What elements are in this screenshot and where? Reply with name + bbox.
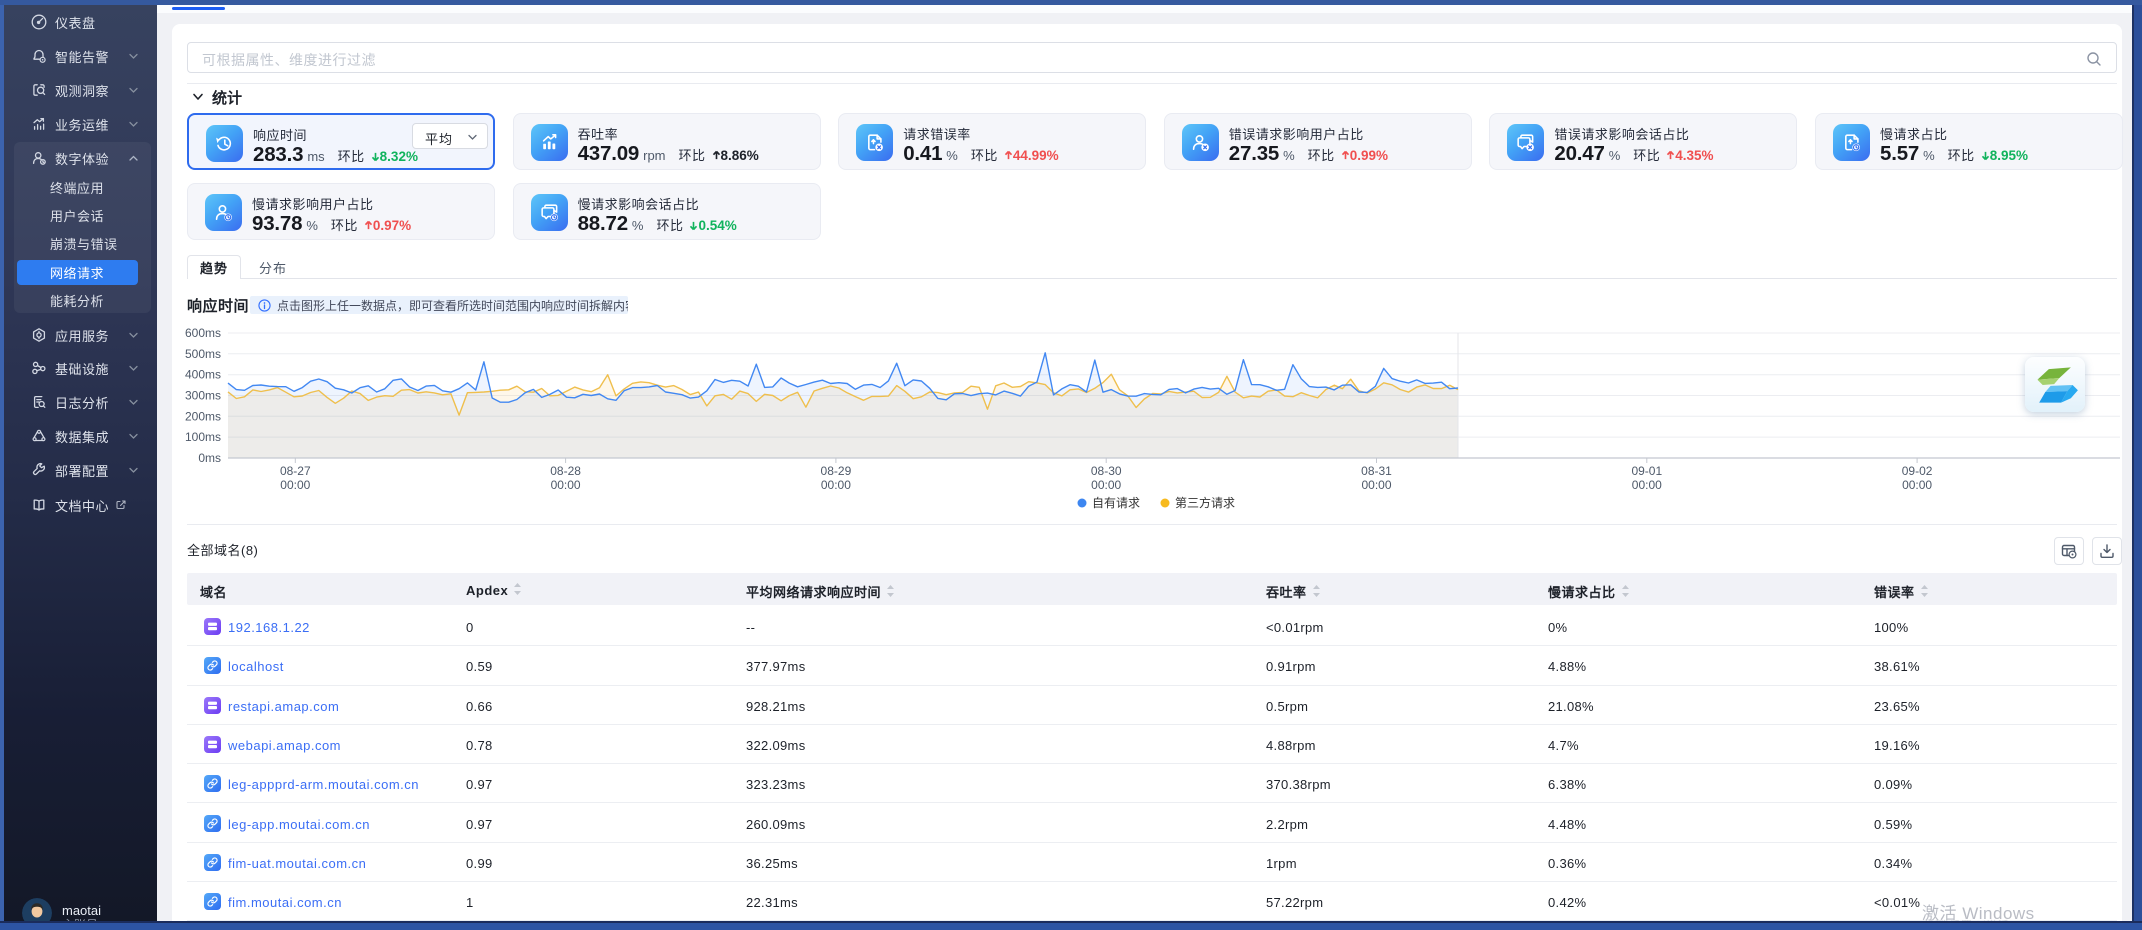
svg-text:00:00: 00:00 — [1902, 478, 1932, 492]
svg-text:500ms: 500ms — [185, 347, 221, 361]
svg-text:600ms: 600ms — [185, 326, 221, 340]
svg-text:00:00: 00:00 — [1361, 478, 1391, 492]
svg-text:第三方请求: 第三方请求 — [1175, 495, 1235, 510]
svg-text:300ms: 300ms — [185, 389, 221, 403]
svg-text:00:00: 00:00 — [821, 478, 851, 492]
svg-text:200ms: 200ms — [185, 409, 221, 423]
svg-text:400ms: 400ms — [185, 368, 221, 382]
svg-text:09-01: 09-01 — [1631, 464, 1662, 478]
svg-text:0ms: 0ms — [198, 451, 221, 465]
svg-text:08-29: 08-29 — [821, 464, 852, 478]
svg-text:00:00: 00:00 — [280, 478, 310, 492]
svg-text:自有请求: 自有请求 — [1092, 496, 1140, 510]
svg-text:09-02: 09-02 — [1902, 464, 1933, 478]
svg-text:08-28: 08-28 — [550, 464, 581, 478]
svg-text:00:00: 00:00 — [551, 478, 581, 492]
svg-text:08-30: 08-30 — [1091, 464, 1122, 478]
svg-text:00:00: 00:00 — [1091, 478, 1121, 492]
svg-text:08-27: 08-27 — [280, 464, 311, 478]
svg-text:00:00: 00:00 — [1632, 478, 1662, 492]
svg-text:100ms: 100ms — [185, 430, 221, 444]
svg-text:08-31: 08-31 — [1361, 464, 1392, 478]
